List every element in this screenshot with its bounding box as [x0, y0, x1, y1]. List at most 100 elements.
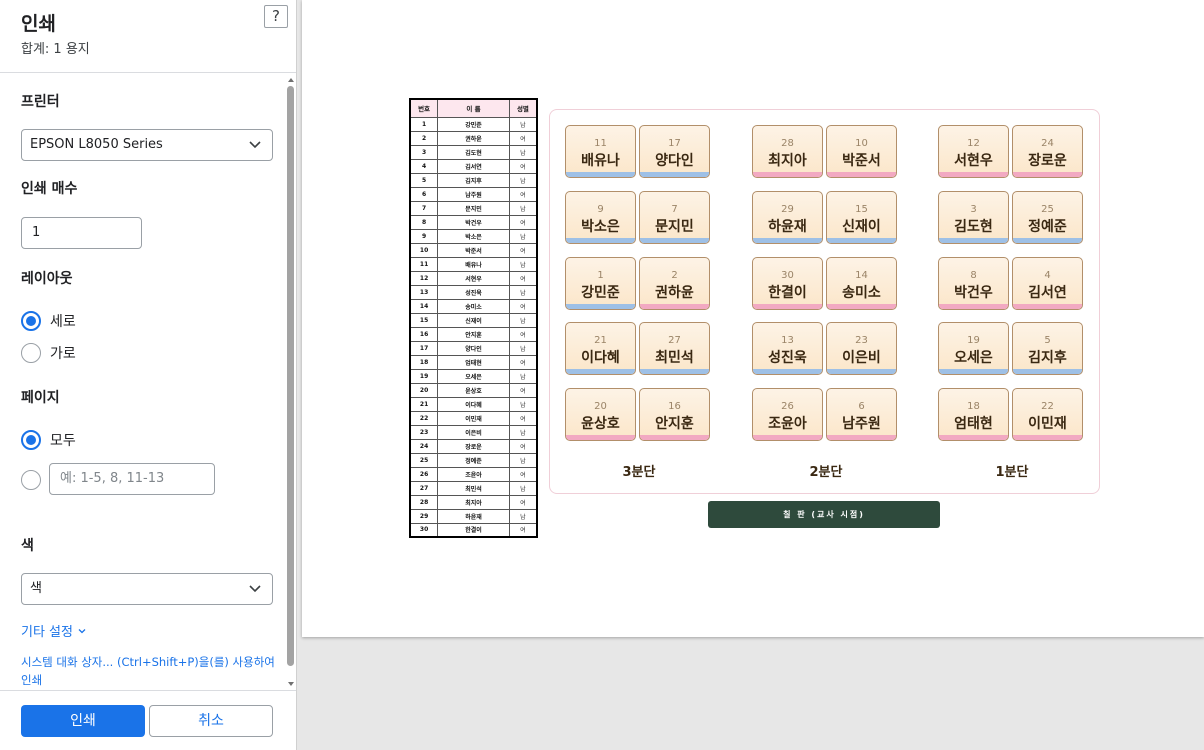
desk-number: 9 — [597, 204, 604, 215]
roster-cell-number: 27 — [409, 480, 439, 496]
gender-stripe — [939, 172, 1008, 177]
roster-cell-sex: 여 — [508, 466, 538, 482]
desk-student-name: 배유나 — [581, 153, 620, 169]
desk-student-name: 최민석 — [655, 350, 694, 366]
roster-cell-sex: 여 — [508, 242, 538, 258]
scroll-down-arrow-icon[interactable] — [288, 682, 294, 686]
copies-input[interactable]: 1 — [21, 217, 142, 249]
desk-number: 16 — [668, 401, 681, 412]
layout-portrait-option[interactable]: 세로 — [21, 310, 76, 332]
roster-cell-name: 김도현 — [437, 144, 510, 160]
desk-student-name: 김서연 — [1028, 285, 1067, 301]
roster-body: 1 강민준 남 2 권하윤 여 3 김도현 남 4 김서연 여 5 김지후 남 6 남주원 여 7 문지민 남 8 박건우 여… — [409, 116, 538, 538]
roster-row: 23 이은비 남 — [409, 424, 538, 440]
section-label: 2분단 — [809, 465, 843, 480]
gender-stripe — [566, 238, 635, 243]
desk: 12 서현우 — [938, 125, 1009, 178]
roster-row: 25 정예준 남 — [409, 452, 538, 468]
roster-row: 29 하윤재 남 — [409, 508, 538, 524]
gender-stripe — [827, 369, 896, 374]
layout-landscape-label: 가로 — [50, 346, 76, 362]
roster-cell-number: 7 — [409, 200, 439, 216]
settings-scroll-area: 프린터 EPSON L8050 Series 인쇄 매수 1 레이아웃 세로 가… — [0, 74, 296, 690]
desk-number: 21 — [594, 335, 607, 346]
desk: 23 이은비 — [826, 322, 897, 375]
desk-student-name: 이다혜 — [581, 350, 620, 366]
system-dialog-link[interactable]: 시스템 대화 상자... (Ctrl+Shift+P)을(를) 사용하여 인쇄 — [21, 653, 279, 689]
roster-cell-sex: 여 — [508, 130, 538, 146]
help-button[interactable]: ? — [264, 5, 288, 28]
scrollbar-thumb[interactable] — [287, 86, 294, 666]
desk-number: 20 — [594, 401, 607, 412]
desk: 2 권하윤 — [639, 257, 710, 310]
roster-header-sex: 성별 — [508, 98, 538, 118]
roster-cell-sex: 여 — [508, 438, 538, 454]
desk: 9 박소은 — [565, 191, 636, 244]
roster-cell-name: 박소은 — [437, 228, 510, 244]
roster-cell-number: 12 — [409, 270, 439, 286]
roster-cell-name: 배유나 — [437, 256, 510, 272]
desk: 10 박준서 — [826, 125, 897, 178]
desk-student-name: 엄태현 — [954, 416, 993, 432]
desk-number: 2 — [671, 270, 678, 281]
printer-select-value: EPSON L8050 Series — [30, 137, 163, 152]
desk: 19 오세은 — [938, 322, 1009, 375]
roster-cell-name: 서현우 — [437, 270, 510, 286]
pages-all-option[interactable]: 모두 — [21, 429, 76, 451]
roster-row: 28 최지아 여 — [409, 494, 538, 510]
roster-row: 5 김지후 남 — [409, 172, 538, 188]
roster-cell-number: 17 — [409, 340, 439, 356]
student-roster-table: 번호 이 름 성별 1 강민준 남 2 권하윤 여 3 김도현 남 4 김서연 여 5 김지후 남 6 남주원 여… — [409, 98, 538, 538]
pages-custom-radio[interactable] — [21, 470, 41, 490]
cancel-button[interactable]: 취소 — [149, 705, 273, 737]
chevron-down-icon — [78, 628, 86, 633]
color-select[interactable]: 색 — [21, 573, 273, 605]
pages-all-radio[interactable] — [21, 430, 41, 450]
printer-select[interactable]: EPSON L8050 Series — [21, 129, 273, 161]
roster-cell-sex: 여 — [508, 354, 538, 370]
roster-row: 10 박준서 여 — [409, 242, 538, 258]
roster-row: 18 엄태현 여 — [409, 354, 538, 370]
desk-student-name: 신재이 — [842, 219, 881, 235]
roster-cell-name: 박건우 — [437, 214, 510, 230]
roster-row: 15 신재이 남 — [409, 312, 538, 328]
pages-custom-option[interactable] — [21, 469, 41, 491]
layout-landscape-radio[interactable] — [21, 343, 41, 363]
scroll-up-arrow-icon[interactable] — [288, 78, 294, 82]
roster-cell-sex: 남 — [508, 256, 538, 272]
gender-stripe — [640, 238, 709, 243]
desk-number: 17 — [668, 138, 681, 149]
layout-portrait-radio[interactable] — [21, 311, 41, 331]
more-settings-toggle[interactable]: 기타 설정 — [21, 621, 87, 640]
roster-row: 13 성진욱 남 — [409, 284, 538, 300]
print-preview-page: 번호 이 름 성별 1 강민준 남 2 권하윤 여 3 김도현 남 4 김서연 여 5 김지후 남 6 남주원 여… — [302, 0, 1204, 637]
desk-number: 26 — [781, 401, 794, 412]
roster-row: 2 권하윤 여 — [409, 130, 538, 146]
section-label: 1분단 — [995, 465, 1029, 480]
desk-number: 29 — [781, 204, 794, 215]
roster-row: 1 강민준 남 — [409, 116, 538, 132]
gender-stripe — [939, 435, 1008, 440]
roster-cell-number: 29 — [409, 508, 439, 524]
roster-cell-number: 8 — [409, 214, 439, 230]
desk: 7 문지민 — [639, 191, 710, 244]
gender-stripe — [566, 435, 635, 440]
gender-stripe — [753, 369, 822, 374]
panel-scrollbar[interactable] — [287, 74, 295, 690]
pages-range-input[interactable]: 예: 1-5, 8, 11-13 — [49, 463, 215, 495]
gender-stripe — [1013, 172, 1082, 177]
roster-cell-number: 5 — [409, 172, 439, 188]
color-select-value: 색 — [30, 581, 42, 596]
gender-stripe — [566, 369, 635, 374]
roster-cell-name: 김지후 — [437, 172, 510, 188]
print-button[interactable]: 인쇄 — [21, 705, 145, 737]
layout-landscape-option[interactable]: 가로 — [21, 342, 76, 364]
roster-cell-sex: 남 — [508, 312, 538, 328]
roster-cell-name: 최지아 — [437, 494, 510, 510]
roster-cell-name: 윤상호 — [437, 382, 510, 398]
print-panel: 인쇄 합계: 1 용지 ? 프린터 EPSON L8050 Series 인쇄 … — [0, 0, 297, 750]
gender-stripe — [753, 435, 822, 440]
desk-student-name: 성진욱 — [768, 350, 807, 366]
desk: 18 엄태현 — [938, 388, 1009, 441]
roster-cell-name: 최민석 — [437, 480, 510, 496]
